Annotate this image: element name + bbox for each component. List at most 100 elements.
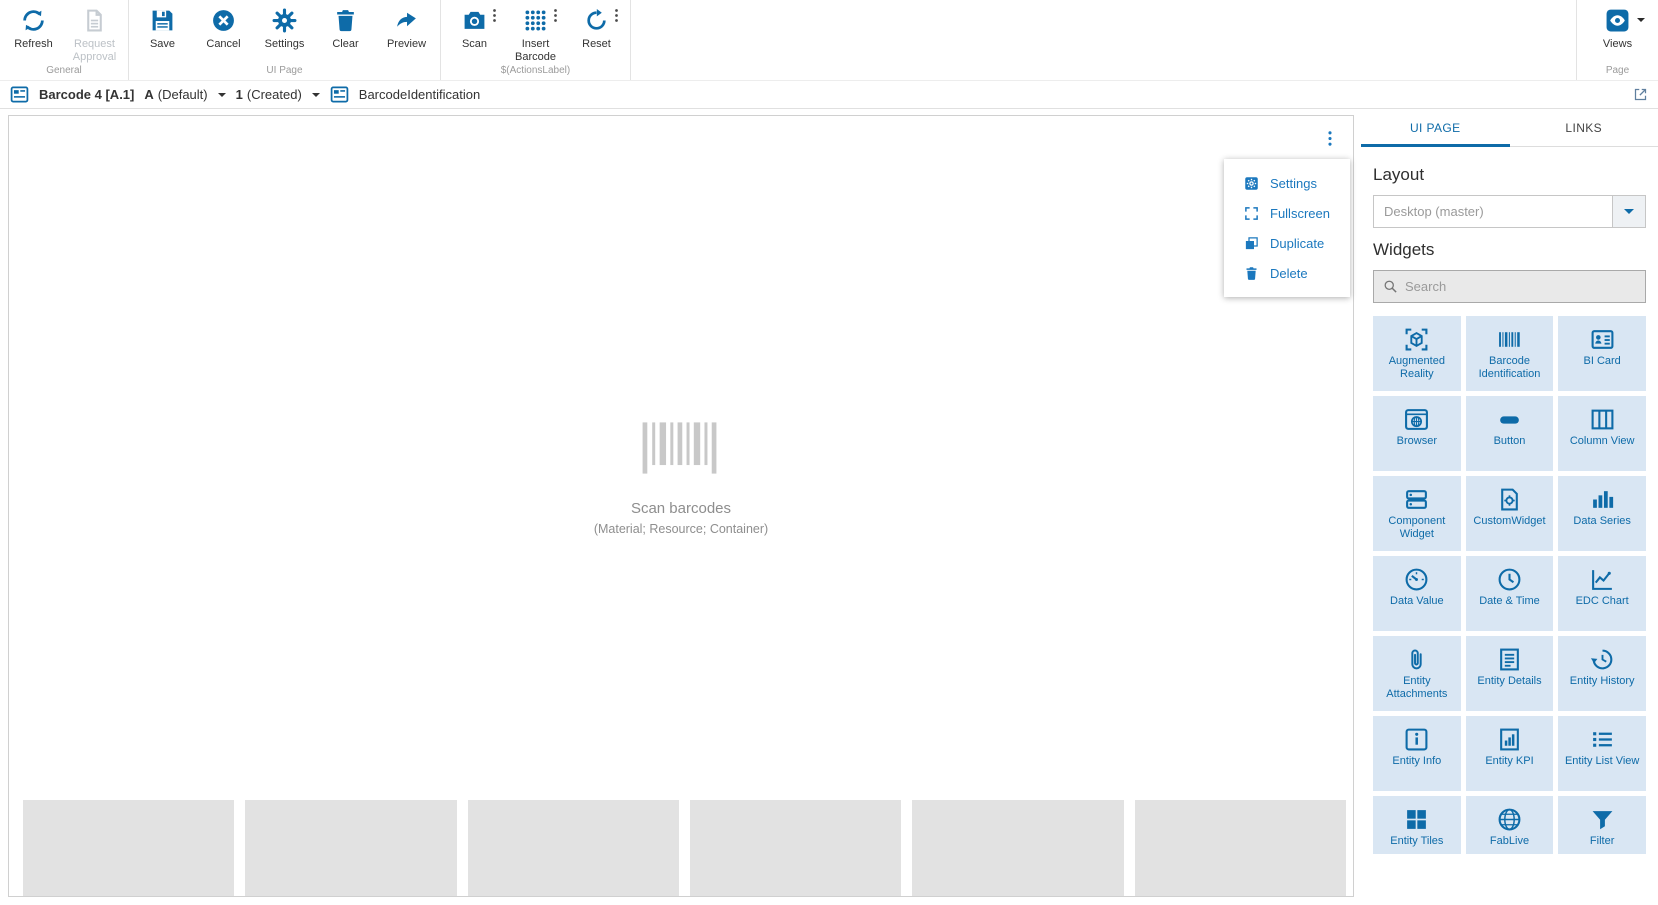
widget-tile-entity-tiles[interactable]: Entity Tiles bbox=[1373, 796, 1461, 854]
menu-item-duplicate[interactable]: Duplicate bbox=[1224, 228, 1350, 258]
barcode-icon bbox=[637, 416, 725, 480]
augmented-reality-icon bbox=[1404, 327, 1429, 352]
chevron-down-icon bbox=[218, 93, 226, 101]
toolbar-button-preview[interactable]: Preview bbox=[376, 0, 437, 51]
widget-tile-date-time[interactable]: Date & Time bbox=[1466, 556, 1554, 631]
toolbar-button-save[interactable]: Save bbox=[132, 0, 193, 51]
bar-chart-icon bbox=[1590, 487, 1615, 512]
breadcrumb-bar: Barcode 4 [A.1]A(Default)1(Created)Barco… bbox=[0, 80, 1658, 109]
widget-tile-data-series[interactable]: Data Series bbox=[1558, 476, 1646, 551]
toolbar-group-actionslabel: ScanInsert BarcodeReset $(ActionsLabel) bbox=[441, 0, 631, 80]
dropdown-caret-icon[interactable] bbox=[1637, 18, 1645, 26]
ui-page-icon bbox=[10, 85, 29, 104]
widget-tile-barcode-identification[interactable]: Barcode Identification bbox=[1466, 316, 1554, 391]
widgets-grid: Augmented RealityBarcode IdentificationB… bbox=[1373, 316, 1646, 854]
page-canvas: SettingsFullscreenDuplicateDelete Scan b… bbox=[8, 115, 1354, 897]
history-clock-icon bbox=[1590, 647, 1615, 672]
tiles-grid-icon bbox=[1404, 807, 1429, 832]
list-icon bbox=[1590, 727, 1615, 752]
toolbar-button-cancel[interactable]: Cancel bbox=[193, 0, 254, 51]
fullscreen-icon bbox=[1244, 206, 1259, 221]
toolbar-button-clear[interactable]: Clear bbox=[315, 0, 376, 51]
refresh-icon bbox=[20, 7, 48, 34]
widget-tile-augmented-reality[interactable]: Augmented Reality bbox=[1373, 316, 1461, 391]
toolbar-button-views[interactable]: Views bbox=[1587, 0, 1648, 51]
ui-page-icon bbox=[330, 85, 349, 104]
dotted-barcode-icon bbox=[522, 7, 550, 34]
menu-item-delete[interactable]: Delete bbox=[1224, 258, 1350, 288]
widget-tile-customwidget[interactable]: CustomWidget bbox=[1466, 476, 1554, 551]
placeholder-title: Scan barcodes bbox=[9, 500, 1353, 517]
widget-tile-browser[interactable]: Browser bbox=[1373, 396, 1461, 471]
breadcrumb-dropdown-1-created[interactable]: 1(Created) bbox=[236, 87, 320, 102]
widget-search bbox=[1373, 270, 1646, 303]
widget-tile-filter[interactable]: Filter bbox=[1558, 796, 1646, 854]
tab-ui-page[interactable]: UI PAGE bbox=[1361, 109, 1510, 146]
settings-gear-icon bbox=[1244, 176, 1259, 191]
toolbar-groups: RefreshRequest ApprovalGeneralSaveCancel… bbox=[0, 0, 631, 80]
widget-context-menu: SettingsFullscreenDuplicateDelete bbox=[1224, 159, 1350, 297]
widget-tile-data-value[interactable]: Data Value bbox=[1373, 556, 1461, 631]
kebab-menu-icon bbox=[1327, 130, 1333, 147]
custom-widget-icon bbox=[1497, 487, 1522, 512]
split-menu-dots-icon[interactable] bbox=[613, 8, 620, 23]
widget-tile-entity-kpi[interactable]: Entity KPI bbox=[1466, 716, 1554, 791]
views-eye-icon bbox=[1604, 7, 1632, 34]
widget-tile-entity-details[interactable]: Entity Details bbox=[1466, 636, 1554, 711]
placeholder-box bbox=[690, 800, 901, 896]
filter-funnel-icon bbox=[1590, 807, 1615, 832]
widget-tile-entity-history[interactable]: Entity History bbox=[1558, 636, 1646, 711]
menu-item-fullscreen[interactable]: Fullscreen bbox=[1224, 198, 1350, 228]
widget-tile-edc-chart[interactable]: EDC Chart bbox=[1558, 556, 1646, 631]
toolbar-button-settings[interactable]: Settings bbox=[254, 0, 315, 51]
widget-options-button[interactable] bbox=[1322, 128, 1338, 149]
toolbar-button-reset[interactable]: Reset bbox=[566, 0, 627, 51]
widget-tile-column-view[interactable]: Column View bbox=[1558, 396, 1646, 471]
reset-icon bbox=[583, 7, 611, 34]
widget-tile-button[interactable]: Button bbox=[1466, 396, 1554, 471]
toolbar-group-label: $(ActionsLabel) bbox=[444, 64, 627, 80]
placeholder-subtitle: (Material; Resource; Container) bbox=[9, 522, 1353, 536]
trash-icon bbox=[1244, 266, 1259, 281]
line-chart-icon bbox=[1590, 567, 1615, 592]
gauge-icon bbox=[1404, 567, 1429, 592]
toolbar-right-group: ViewsPage bbox=[1576, 0, 1658, 80]
toolbar-button-request-approval: Request Approval bbox=[64, 0, 125, 64]
toolbar-button-refresh[interactable]: Refresh bbox=[3, 0, 64, 51]
widget-tile-component-widget[interactable]: Component Widget bbox=[1373, 476, 1461, 551]
toolbar-group-general: RefreshRequest ApprovalGeneral bbox=[0, 0, 129, 80]
tab-links[interactable]: LINKS bbox=[1510, 109, 1658, 146]
bi-card-icon bbox=[1590, 327, 1615, 352]
widgets-scroll-area[interactable]: Augmented RealityBarcode IdentificationB… bbox=[1373, 316, 1646, 854]
popout-icon[interactable] bbox=[1633, 87, 1648, 102]
chevron-down-icon[interactable] bbox=[1612, 196, 1645, 227]
gear-icon bbox=[271, 7, 299, 34]
toolbar-button-insert-barcode[interactable]: Insert Barcode bbox=[505, 0, 566, 64]
widget-tile-fablive[interactable]: FabLive bbox=[1466, 796, 1554, 854]
toolbar-button-scan[interactable]: Scan bbox=[444, 0, 505, 51]
layout-select[interactable]: Desktop (master) bbox=[1373, 195, 1646, 228]
split-menu-dots-icon[interactable] bbox=[491, 8, 498, 23]
menu-item-settings[interactable]: Settings bbox=[1224, 168, 1350, 198]
widget-tile-bi-card[interactable]: BI Card bbox=[1558, 316, 1646, 391]
kpi-document-icon bbox=[1497, 727, 1522, 752]
right-panel: UI PAGE LINKS Layout Desktop (master) Wi… bbox=[1361, 109, 1658, 905]
split-menu-dots-icon[interactable] bbox=[552, 8, 559, 23]
placeholder-box bbox=[245, 800, 456, 896]
barcode-widget-placeholder: Scan barcodes (Material; Resource; Conta… bbox=[9, 416, 1353, 536]
layout-heading: Layout bbox=[1373, 165, 1646, 185]
search-input[interactable] bbox=[1405, 279, 1636, 294]
widget-tile-entity-attachments[interactable]: Entity Attachments bbox=[1373, 636, 1461, 711]
placeholder-box bbox=[912, 800, 1123, 896]
paperclip-icon bbox=[1404, 647, 1429, 672]
breadcrumb-dropdown-a-default[interactable]: A(Default) bbox=[144, 87, 225, 102]
info-square-icon bbox=[1404, 727, 1429, 752]
widget-tile-entity-list-view[interactable]: Entity List View bbox=[1558, 716, 1646, 791]
chevron-down-icon bbox=[312, 93, 320, 101]
browser-globe-icon bbox=[1404, 407, 1429, 432]
preview-arrow-icon bbox=[393, 7, 421, 34]
barcode-icon bbox=[1497, 327, 1522, 352]
widget-tile-entity-info[interactable]: Entity Info bbox=[1373, 716, 1461, 791]
panel-tabs: UI PAGE LINKS bbox=[1361, 109, 1658, 147]
cancel-icon bbox=[210, 7, 238, 34]
